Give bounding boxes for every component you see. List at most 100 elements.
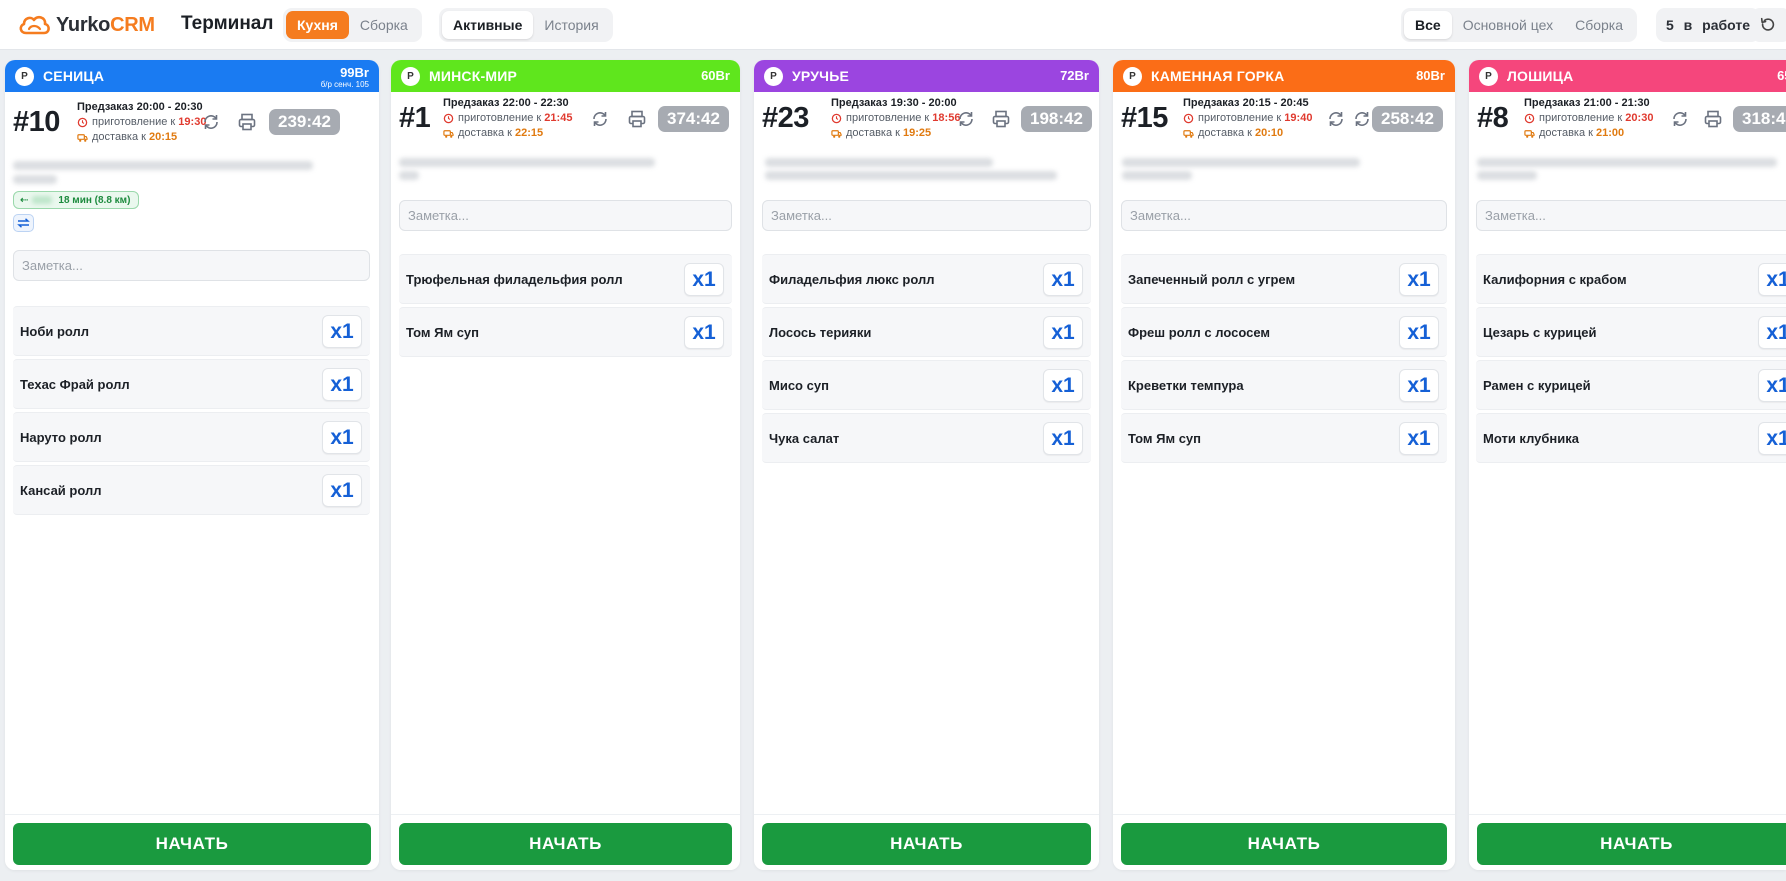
mode-switch: Кухня Сборка	[283, 8, 422, 42]
delivery-deadline: 22:15	[515, 127, 544, 139]
print-button[interactable]	[1703, 109, 1723, 129]
tab-assembly[interactable]: Сборка	[349, 11, 419, 39]
item-qty[interactable]: x1	[1758, 316, 1786, 349]
order-times: Предзаказ 22:00 - 22:30 приготовление к …	[443, 96, 572, 141]
zone-header: P УРУЧЬЕ 72Br	[754, 60, 1099, 92]
order-number: #10	[13, 106, 60, 138]
address-redacted	[399, 171, 419, 180]
note-input[interactable]	[13, 250, 370, 281]
order-item: Ноби ролл x1	[13, 306, 370, 356]
sync-icon	[1329, 112, 1343, 126]
refresh-icon	[1760, 17, 1775, 31]
print-button[interactable]	[991, 109, 1011, 129]
item-qty[interactable]: x1	[1043, 316, 1083, 349]
item-name: Лосось терияки	[769, 325, 872, 340]
item-qty[interactable]: x1	[322, 421, 362, 454]
route-chip[interactable]: ⇠ 18 мин (8.8 км)	[13, 191, 140, 209]
item-qty[interactable]: x1	[1399, 316, 1439, 349]
zone-name: МИНСК-МИР	[429, 68, 518, 84]
order-summary: #23 Предзаказ 19:30 - 20:00 приготовлени…	[754, 92, 1099, 158]
note-input[interactable]	[1476, 200, 1786, 231]
item-qty[interactable]: x1	[1043, 263, 1083, 296]
preorder-time: Предзаказ 21:00 - 21:30	[1524, 97, 1650, 109]
prep-deadline: 21:45	[544, 112, 573, 124]
zone-name: УРУЧЬЕ	[792, 68, 850, 84]
print-button[interactable]	[627, 109, 647, 129]
delivery-icon	[443, 130, 454, 138]
start-button[interactable]: НАЧАТЬ	[762, 823, 1091, 865]
delivery-deadline: 20:15	[149, 131, 178, 143]
filter-all[interactable]: Все	[1404, 11, 1452, 39]
item-qty[interactable]: x1	[1043, 422, 1083, 455]
tab-history[interactable]: История	[533, 11, 609, 39]
item-qty[interactable]: x1	[1758, 369, 1786, 402]
delivery-deadline: 20:10	[1255, 127, 1284, 139]
item-qty[interactable]: x1	[1758, 422, 1786, 455]
payment-badge: P	[401, 66, 420, 86]
start-button[interactable]: НАЧАТЬ	[13, 823, 371, 865]
delivery-deadline: 19:25	[903, 127, 932, 139]
refresh-button[interactable]	[1751, 8, 1786, 42]
reassign-button[interactable]	[1670, 109, 1690, 129]
item-name: Филадельфия люкс ролл	[769, 272, 935, 287]
sync-button[interactable]	[1352, 109, 1372, 129]
address-redacted	[13, 161, 313, 170]
item-qty[interactable]: x1	[1399, 422, 1439, 455]
item-name: Мисо суп	[769, 378, 829, 393]
item-qty[interactable]: x1	[684, 263, 724, 296]
item-qty[interactable]: x1	[1758, 263, 1786, 296]
item-name: Ноби ролл	[20, 324, 90, 339]
logo[interactable]: YurkoCRM	[18, 12, 155, 38]
item-qty[interactable]: x1	[684, 316, 724, 349]
route-redacted	[32, 196, 53, 204]
start-button[interactable]: НАЧАТЬ	[399, 823, 732, 865]
prep-line: приготовление к 19:40	[1183, 111, 1312, 126]
order-times: Предзаказ 20:00 - 20:30 приготовление к …	[77, 100, 206, 145]
filter-assembly[interactable]: Сборка	[1564, 11, 1634, 39]
item-qty[interactable]: x1	[1043, 369, 1083, 402]
delivery-label: доставка к	[1539, 127, 1593, 139]
order-number: #15	[1121, 102, 1168, 134]
order-item: Кансай ролл x1	[13, 465, 370, 515]
item-qty[interactable]: x1	[322, 315, 362, 348]
tab-active[interactable]: Активные	[442, 11, 534, 39]
preorder-time: Предзаказ 22:00 - 22:30	[443, 97, 569, 109]
order-items: Калифорния с крабом x1 Цезарь с курицей x1…	[1476, 254, 1786, 466]
preorder-time: Предзаказ 20:00 - 20:30	[77, 101, 203, 113]
chef-icon	[1524, 113, 1535, 124]
reassign-button[interactable]	[956, 109, 976, 129]
status-switch: Активные История	[439, 8, 613, 42]
item-qty[interactable]: x1	[322, 474, 362, 507]
zone-header: P СЕНИЦА 99Br б/р сенч. 105	[5, 60, 379, 92]
item-qty[interactable]: x1	[1399, 369, 1439, 402]
note-input[interactable]	[399, 200, 732, 231]
filter-main-workshop[interactable]: Основной цех	[1452, 11, 1564, 39]
item-qty[interactable]: x1	[1399, 263, 1439, 296]
order-timer: 374:42	[658, 106, 729, 132]
prep-label: приготовление к	[92, 116, 176, 128]
order-item: Том Ям суп x1	[399, 307, 732, 357]
item-qty[interactable]: x1	[322, 368, 362, 401]
sync-icon	[1673, 112, 1687, 126]
reassign-button[interactable]	[590, 109, 610, 129]
swap-route-button[interactable]	[13, 214, 34, 232]
print-button[interactable]	[237, 112, 257, 132]
zone-weight: 60Br	[701, 68, 730, 83]
delivery-line: доставка к 19:25	[831, 126, 960, 141]
reassign-button[interactable]	[1326, 109, 1346, 129]
item-name: Техас Фрай ролл	[20, 377, 130, 392]
zone-name: СЕНИЦА	[43, 68, 105, 84]
reassign-button[interactable]	[201, 112, 221, 132]
order-times: Предзаказ 19:30 - 20:00 приготовление к …	[831, 96, 960, 141]
sync-icon	[204, 115, 218, 129]
note-input[interactable]	[762, 200, 1091, 231]
order-item: Трюфельная филадельфия ролл x1	[399, 254, 732, 304]
order-column: P ЛОШИЦА 65Br #8 Предзаказ 21:00 - 21:30…	[1469, 60, 1786, 870]
tab-kitchen[interactable]: Кухня	[286, 11, 349, 39]
prep-label: приготовление к	[458, 112, 542, 124]
start-button[interactable]: НАЧАТЬ	[1477, 823, 1786, 865]
order-number: #1	[399, 102, 431, 134]
prep-label: приготовление к	[1198, 112, 1282, 124]
start-button[interactable]: НАЧАТЬ	[1121, 823, 1447, 865]
note-input[interactable]	[1121, 200, 1447, 231]
